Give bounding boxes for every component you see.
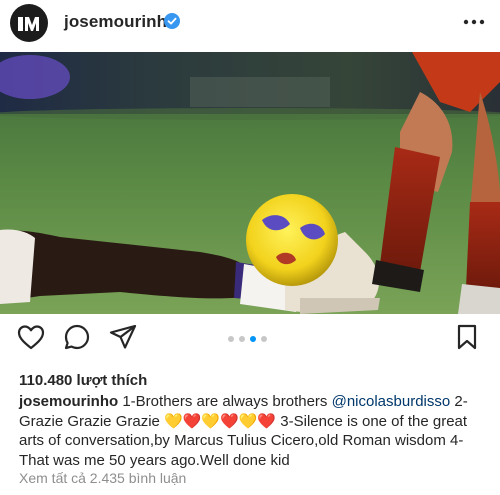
send-icon[interactable] xyxy=(108,322,138,352)
likes-count[interactable]: 110.480 lượt thích xyxy=(19,372,147,389)
carousel-indicator xyxy=(228,336,267,342)
carousel-dot[interactable] xyxy=(228,336,234,342)
more-options-icon[interactable] xyxy=(462,12,486,32)
post-header: josemourinho xyxy=(0,0,500,52)
caption: josemourinho 1-Brothers are always broth… xyxy=(19,392,489,470)
caption-username[interactable]: josemourinho xyxy=(19,393,118,410)
mention-link[interactable]: @nicolasburdisso xyxy=(332,393,451,410)
carousel-dot-active[interactable] xyxy=(250,336,256,342)
carousel-dot[interactable] xyxy=(239,336,245,342)
verified-badge-icon xyxy=(164,13,180,29)
view-all-comments-link[interactable]: Xem tất cả 2.435 bình luận xyxy=(19,470,186,486)
post-image[interactable] xyxy=(0,52,500,314)
carousel-dot[interactable] xyxy=(261,336,267,342)
football-photo xyxy=(0,52,500,314)
hearts-emoji: 💛❤️💛❤️💛❤️ xyxy=(164,412,277,430)
heart-outline-icon[interactable] xyxy=(16,322,46,352)
bookmark-icon[interactable] xyxy=(452,322,482,352)
action-bar xyxy=(0,322,500,362)
username[interactable]: josemourinho xyxy=(64,12,178,32)
caption-text-1: 1-Brothers are always brothers xyxy=(122,393,328,410)
jm-logo-icon xyxy=(18,17,39,31)
avatar[interactable] xyxy=(10,4,48,42)
comment-icon[interactable] xyxy=(62,322,92,352)
